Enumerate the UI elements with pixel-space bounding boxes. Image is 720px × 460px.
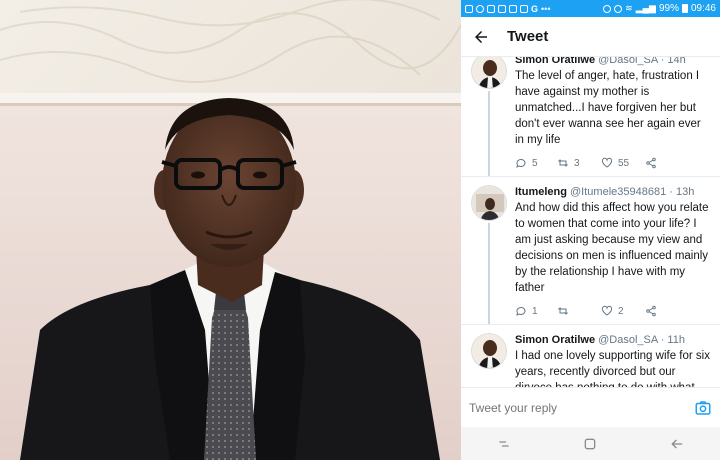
android-nav-bar [461,427,720,460]
tweet-header: Tweet [461,17,720,57]
like-count: 55 [618,157,630,169]
home-icon[interactable] [570,429,610,459]
tweet-thread: Simon Oratilwe @Dasol_SA · 14h The level… [461,57,720,387]
tweet-item[interactable]: Simon Oratilwe @Dasol_SA · 11h I had one… [461,325,720,387]
alarm-icon [614,4,623,13]
gallery-icon [509,4,517,13]
retweet-icon [558,307,568,315]
reply-count: 1 [532,305,538,317]
notification-icons: G ••• [465,4,603,14]
like-button[interactable]: 55 [601,157,645,169]
avatar[interactable] [471,57,507,89]
tweet-text: The level of anger, hate, frustration I … [515,70,701,146]
tweet-time: · 13h [669,186,695,198]
author-name[interactable]: Itumeleng [515,186,567,198]
back-icon[interactable] [657,429,697,459]
key-icon [603,4,612,13]
signal-icon: ▂▄▆ [635,3,656,13]
back-arrow-icon[interactable] [461,17,501,57]
retweet-icon [558,159,568,167]
google-icon: G [531,3,539,14]
author-name[interactable]: Simon Oratilwe [515,334,595,346]
tweet-item[interactable]: Simon Oratilwe @Dasol_SA · 14h The level… [461,57,720,176]
page-title: Tweet [507,28,549,45]
reply-icon [516,306,526,316]
heart-icon [601,157,613,168]
clock-time: 09:46 [690,3,716,14]
wifi-icon: ≋ [625,3,633,13]
twitter-icon [487,4,495,13]
author-handle: @Dasol_SA [598,334,658,346]
retweet-button[interactable]: 3 [557,157,601,169]
thread-line [488,223,490,324]
tweet-actions: 5 3 55 [515,150,710,176]
like-count: 2 [618,305,624,317]
reply-bar [461,387,720,427]
retweet-count: 3 [574,157,580,169]
heart-icon [601,305,613,316]
camera-icon[interactable] [694,399,712,417]
tweet-item[interactable]: Itumeleng @Itumele35948681 · 13h And how… [461,177,720,324]
phone-screen: G ••• ≋ ▂▄▆ 99% 09:46 Tweet Simon Oratil… [461,0,720,460]
status-bar: G ••• ≋ ▂▄▆ 99% 09:46 [461,0,720,17]
status-right: ≋ ▂▄▆ 99% 09:46 [603,3,716,14]
tweet-header: Itumeleng @Itumele35948681 · 13h [515,185,710,199]
share-button[interactable] [645,305,687,317]
share-icon [646,157,656,169]
share-button[interactable] [645,157,687,169]
tweet-header: Simon Oratilwe @Dasol_SA · 11h [515,333,710,347]
avatar[interactable] [471,185,507,221]
tweet-header: Simon Oratilwe @Dasol_SA · 14h [515,57,710,67]
reply-button[interactable]: 1 [515,305,557,317]
author-handle: @Itumele35948681 [570,186,667,198]
battery-icon [681,4,688,13]
author-name[interactable]: Simon Oratilwe [515,57,595,66]
tweet-text: And how did this affect how you relate t… [515,202,709,294]
tweet-time: · 11h [660,334,685,346]
mail-icon [520,4,528,13]
facebook-icon [465,4,473,13]
battery-percent: 99% [658,3,679,14]
avatar[interactable] [471,333,507,369]
share-icon [646,305,656,317]
thread-line [488,91,490,176]
tweet-text: I had one lovely supporting wife for six… [515,350,710,387]
profile-photo [0,0,461,460]
reply-input[interactable] [469,400,694,415]
author-handle: @Dasol_SA [598,57,658,66]
reply-count: 5 [532,157,538,169]
message-icon [498,4,506,13]
recent-apps-icon[interactable] [484,429,524,459]
messenger-icon [476,4,484,13]
reply-button[interactable]: 5 [515,157,557,169]
like-button[interactable]: 2 [601,305,645,317]
retweet-button[interactable] [557,305,601,317]
reply-icon [516,158,526,168]
dots-icon: ••• [541,3,551,14]
tweet-actions: 1 2 [515,298,710,324]
tweet-time: · 14h [660,57,686,66]
